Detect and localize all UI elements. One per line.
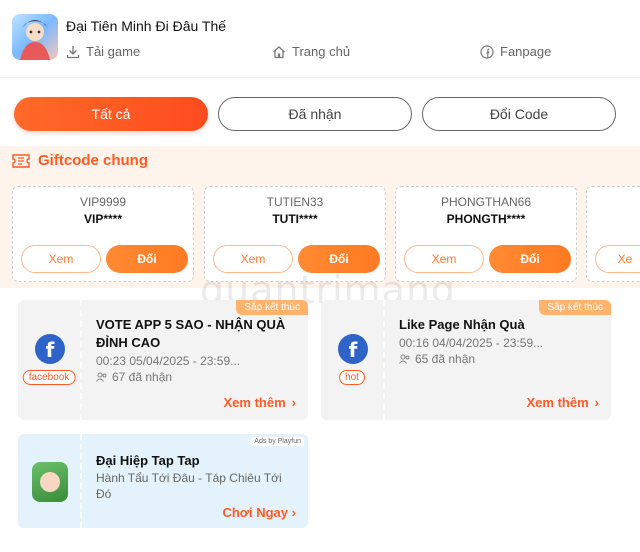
view-button[interactable]: Xe [595,245,640,273]
giftcode-name: TUTIEN33 [266,195,324,209]
ending-soon-badge: Sắp kết thúc [236,300,308,315]
chevron-right-icon: › [594,395,599,410]
event-card[interactable]: f hot Sắp kết thúc Like Page Nhận Quà 00… [321,300,611,420]
event-time: 00:16 04/04/2025 - 23:59... [399,336,544,350]
event-card-left: f hot [321,300,385,420]
ads-badge: Ads by Playfun [251,437,304,446]
giftcode-title: Giftcode chung [38,152,148,169]
facebook-icon: f [35,334,65,364]
chevron-right-icon: › [291,505,296,520]
chevron-right-icon: › [291,395,296,410]
page-root: Đại Tiên Minh Đi Đâu Thế Tải game Trang … [0,0,640,552]
home-icon [273,45,285,58]
tab-exchange-code[interactable]: Đổi Code [422,97,616,131]
view-button[interactable]: Xem [404,245,484,273]
giftcode-masked: VIP**** [83,212,123,226]
giftcode-card: TUTIEN33 TUTI**** Xem Đổi [204,186,386,282]
users-icon [96,372,107,382]
giftcode-masked: PHONGTH**** [446,212,526,226]
ending-soon-badge: Sắp kết thúc [539,300,611,315]
see-more-link[interactable]: Xem thêm › [224,395,296,410]
game-title: Đại Tiên Minh Đi Đâu Thế [66,18,227,34]
giftcode-card-partial: Xe [586,186,640,282]
home-link[interactable]: Trang chủ [272,44,350,59]
event-tag: facebook [22,370,76,385]
giftcode-header: Giftcode chung [12,152,148,169]
fanpage-label: Fanpage [500,44,552,59]
users-icon [399,354,410,364]
view-button[interactable]: Xem [21,245,101,273]
event-card-body: Sắp kết thúc VOTE APP 5 SAO - NHẬN QUÀ Đ… [84,300,308,420]
game-icon[interactable] [12,14,58,60]
event-count: 67 đã nhận [96,370,172,384]
event-tag: hot [339,370,365,385]
view-button[interactable]: Xem [213,245,293,273]
download-icon [66,45,80,58]
ad-game-icon [32,462,68,502]
ad-title: Đại Hiệp Tap Tap [96,453,200,468]
see-more-link[interactable]: Xem thêm › [527,395,599,410]
home-label: Trang chủ [292,44,351,59]
event-count: 65 đã nhận [399,352,475,366]
play-now-label: Chơi Ngay [222,505,289,520]
event-card-left: f facebook [18,300,82,420]
tab-received[interactable]: Đã nhận [218,97,412,131]
ticket-icon [12,153,30,168]
event-count-label: 67 đã nhận [112,370,173,384]
tab-all[interactable]: Tất cả [14,97,208,131]
app-header: Đại Tiên Minh Đi Đâu Thế Tải game Trang … [0,0,640,78]
giftcode-masked: TUTI**** [272,212,318,226]
event-card[interactable]: f facebook Sắp kết thúc VOTE APP 5 SAO -… [18,300,308,420]
ad-card[interactable]: Ads by Playfun Đại Hiệp Tap Tap Hành Tẩu… [18,434,308,528]
giftcode-name: PHONGTHAN66 [440,195,532,209]
see-more-label: Xem thêm [526,395,589,410]
ad-card-left [18,434,82,528]
fanpage-link[interactable]: Fanpage [480,44,551,59]
event-card-body: Sắp kết thúc Like Page Nhận Quà 00:16 04… [387,300,611,420]
event-time: 00:23 05/04/2025 - 23:59... [96,354,241,368]
play-now-link[interactable]: Chơi Ngay › [222,505,296,520]
giftcode-name: VIP9999 [79,195,127,209]
facebook-icon: f [338,334,368,364]
giftcode-card: VIP9999 VIP**** Xem Đổi [12,186,194,282]
facebook-icon [480,44,494,59]
redeem-button[interactable]: Đổi [489,245,571,273]
see-more-label: Xem thêm [223,395,286,410]
redeem-button[interactable]: Đổi [106,245,188,273]
redeem-button[interactable]: Đổi [298,245,380,273]
event-count-label: 65 đã nhận [415,352,476,366]
event-title: Like Page Nhận Quà [399,317,525,332]
ad-description: Hành Tẩu Tới Đâu - Táp Chiêu Tới Đó [96,471,282,501]
giftcode-card: PHONGTHAN66 PHONGTH**** Xem Đổi [395,186,577,282]
event-title: VOTE APP 5 SAO - NHẬN QUÀ ĐỈNH CAO [96,317,286,350]
download-link[interactable]: Tải game [66,44,140,59]
download-label: Tải game [86,44,141,59]
